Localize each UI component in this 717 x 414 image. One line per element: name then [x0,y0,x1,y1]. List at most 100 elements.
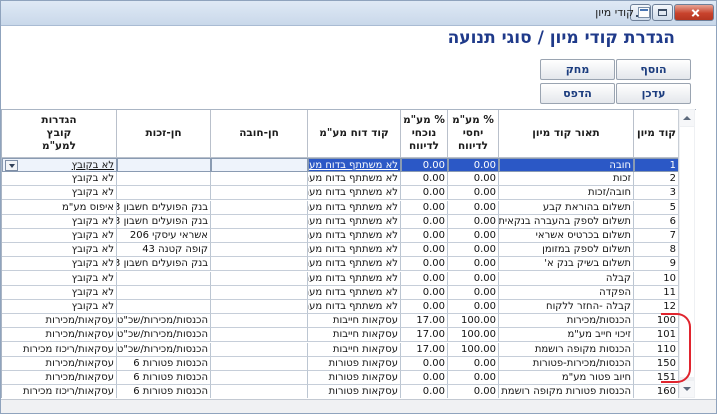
cell-description[interactable]: הכנסות/מכירות-פטורות [499,356,634,371]
table-row[interactable]: 151 חיוב פטור מע"מ 0.00 0.00 עסקאות פטורות הכ… [2,371,696,385]
cell-credit-account[interactable] [117,285,211,300]
cell-vat-file-setting[interactable]: עסקאות/מכירות [2,314,117,329]
cell-vat-file-setting[interactable]: לא בקובץ [2,186,117,201]
cell-credit-account[interactable]: הכנסות פטורות 6 [117,371,211,385]
table-row[interactable]: 8 תשלום לספק במזומן 0.00 0.00 לא משתתף בדוח … [2,243,696,258]
cell-reported-vat-percent[interactable]: 0.00 [448,172,499,187]
cell-description[interactable]: תשלום בכרטיס אשראי [499,229,634,243]
cell-vat-file-setting[interactable]: לא בקובץ [2,257,117,272]
col-header-description[interactable]: תאור קוד מיון [499,110,634,158]
table-row[interactable]: 9 תשלום בשיק בנק א' 0.00 0.00 לא משתתף בדוח … [2,257,696,272]
cell-deductible-vat-percent[interactable]: 0.00 [401,257,448,272]
cell-debit-account[interactable] [211,328,308,343]
table-row[interactable]: 11 הפקדה 0.00 0.00 לא משתתף בדוח מעמ לא בקובץ [2,285,696,300]
cell-vat-file-setting[interactable]: איפוס מע"מ [2,200,117,215]
cell-credit-account[interactable]: בנק הפועלים חשבון 23 [117,200,211,215]
cell-vat-report-code[interactable]: עסקאות חייבות [308,328,401,343]
cell-vat-report-code[interactable]: לא משתתף בדוח מעמ [308,158,401,172]
cell-credit-account[interactable]: קופה קטנה 43 [117,243,211,258]
cell-reported-vat-percent[interactable]: 100.00 [448,342,499,357]
cell-description[interactable]: הפקדה [499,285,634,300]
cell-reported-vat-percent[interactable]: 0.00 [448,356,499,371]
cell-code[interactable]: 8 [634,243,680,258]
cell-code[interactable]: 11 [634,285,680,300]
cell-code[interactable]: 3 [634,186,680,201]
cell-debit-account[interactable] [211,158,308,172]
cell-credit-account[interactable] [117,172,211,187]
cell-credit-account[interactable]: הכנסות פטורות 6 [117,385,211,398]
update-button[interactable]: עדכן [616,83,691,104]
cell-debit-account[interactable] [211,172,308,187]
cell-credit-account[interactable] [117,186,211,201]
cell-vat-report-code[interactable]: עסקאות פטורות [308,371,401,385]
cell-vat-file-setting[interactable]: לא בקובץ [2,214,117,229]
cell-vat-file-setting[interactable]: עסקאות/מכירות [2,356,117,371]
cell-deductible-vat-percent[interactable]: 0.00 [401,186,448,201]
col-header-credit-account[interactable]: חן-זכות [117,110,211,158]
cell-description[interactable]: תשלום בהוראת קבע [499,200,634,215]
cell-reported-vat-percent[interactable]: 0.00 [448,200,499,215]
cell-vat-file-setting[interactable]: לא בקובץ [2,229,117,243]
cell-vat-report-code[interactable]: לא משתתף בדוח מעמ [308,229,401,243]
cell-vat-file-setting[interactable]: עסקאות/ריכוז מכירות [2,385,117,398]
cell-vat-report-code[interactable]: לא משתתף בדוח מעמ [308,271,401,286]
cell-description[interactable]: תשלום בשיק בנק א' [499,257,634,272]
cell-code[interactable]: 1 [634,158,680,172]
cell-debit-account[interactable] [211,243,308,258]
cell-vat-file-setting[interactable]: עסקאות/מכירות [2,328,117,343]
cell-debit-account[interactable] [211,200,308,215]
cell-code[interactable]: 9 [634,257,680,272]
cell-vat-file-setting[interactable]: לא בקובץ [2,285,117,300]
table-row[interactable]: 12 קבלה -החזר ללקוח 0.00 0.00 לא משתתף בדוח … [2,300,696,314]
cell-credit-account[interactable]: הכנסות/מכירות/שכ"ט 4 [117,328,211,343]
cell-description[interactable]: זכות [499,172,634,187]
cell-debit-account[interactable] [211,285,308,300]
cell-reported-vat-percent[interactable]: 0.00 [448,371,499,385]
table-row[interactable]: 110 הכנסות מקופה רושמת 100.00 17.00 עסקאות ח… [2,342,696,357]
cell-vat-report-code[interactable]: לא משתתף בדוח מעמ [308,214,401,229]
cell-reported-vat-percent[interactable]: 0.00 [448,214,499,229]
cell-reported-vat-percent[interactable]: 0.00 [448,285,499,300]
cell-vat-file-setting[interactable]: לא בקובץ [2,172,117,187]
cell-credit-account[interactable] [117,271,211,286]
cell-description[interactable]: קבלה [499,271,634,286]
cell-credit-account[interactable] [117,158,211,172]
cell-vat-file-setting[interactable]: לא בקובץ [2,243,117,258]
cell-description[interactable]: חובה [499,158,634,172]
col-header-deductible-vat-percent[interactable]: % מע"מ נוכחי לדיווח [401,110,448,158]
cell-debit-account[interactable] [211,385,308,398]
cell-credit-account[interactable] [117,300,211,314]
col-header-vat-report-code[interactable]: קוד דוח מע"מ [308,110,401,158]
cell-description[interactable]: הכנסות פטורות מקופה רושמת [499,385,634,398]
cell-reported-vat-percent[interactable]: 100.00 [448,314,499,329]
cell-reported-vat-percent[interactable]: 0.00 [448,186,499,201]
cell-vat-report-code[interactable]: עסקאות פטורות [308,356,401,371]
cell-description[interactable]: תשלום לספק במזומן [499,243,634,258]
cell-debit-account[interactable] [211,186,308,201]
cell-code[interactable]: 6 [634,214,680,229]
cell-description[interactable]: תשלום לספק בהעברה בנקאית [499,214,634,229]
cell-vat-report-code[interactable]: לא משתתף בדוח מעמ [308,285,401,300]
cell-deductible-vat-percent[interactable]: 0.00 [401,214,448,229]
cell-debit-account[interactable] [211,342,308,357]
cell-reported-vat-percent[interactable]: 0.00 [448,385,499,398]
cell-description[interactable]: הכנסות/מכירות [499,314,634,329]
cell-reported-vat-percent[interactable]: 0.00 [448,271,499,286]
table-row[interactable]: 3 חובה/זכות 0.00 0.00 לא משתתף בדוח מעמ לא בק… [2,186,696,201]
table-row[interactable]: 7 תשלום בכרטיס אשראי 0.00 0.00 לא משתתף בדוח… [2,229,696,243]
cell-description[interactable]: הכנסות מקופה רושמת [499,342,634,357]
cell-debit-account[interactable] [211,271,308,286]
table-row[interactable]: 150 הכנסות/מכירות-פטורות 0.00 0.00 עסקאות פט… [2,356,696,371]
cell-credit-account[interactable]: בנק הפועלים חשבון 23 [117,257,211,272]
cell-deductible-vat-percent[interactable]: 0.00 [401,172,448,187]
cell-vat-report-code[interactable]: עסקאות פטורות [308,385,401,398]
table-row[interactable]: 2 זכות 0.00 0.00 לא משתתף בדוח מעמ לא בקובץ [2,172,696,187]
cell-vat-report-code[interactable]: לא משתתף בדוח מעמ [308,243,401,258]
cell-vat-report-code[interactable]: לא משתתף בדוח מעמ [308,186,401,201]
cell-vat-file-setting[interactable]: לא בקובץ [2,300,117,314]
table-row[interactable]: 100 הכנסות/מכירות 100.00 17.00 עסקאות חייבות… [2,314,696,329]
cell-credit-account[interactable]: בנק הפועלים חשבון 23 [117,214,211,229]
cell-description[interactable]: חיוב פטור מע"מ [499,371,634,385]
cell-reported-vat-percent[interactable]: 0.00 [448,229,499,243]
close-button[interactable] [674,4,714,21]
